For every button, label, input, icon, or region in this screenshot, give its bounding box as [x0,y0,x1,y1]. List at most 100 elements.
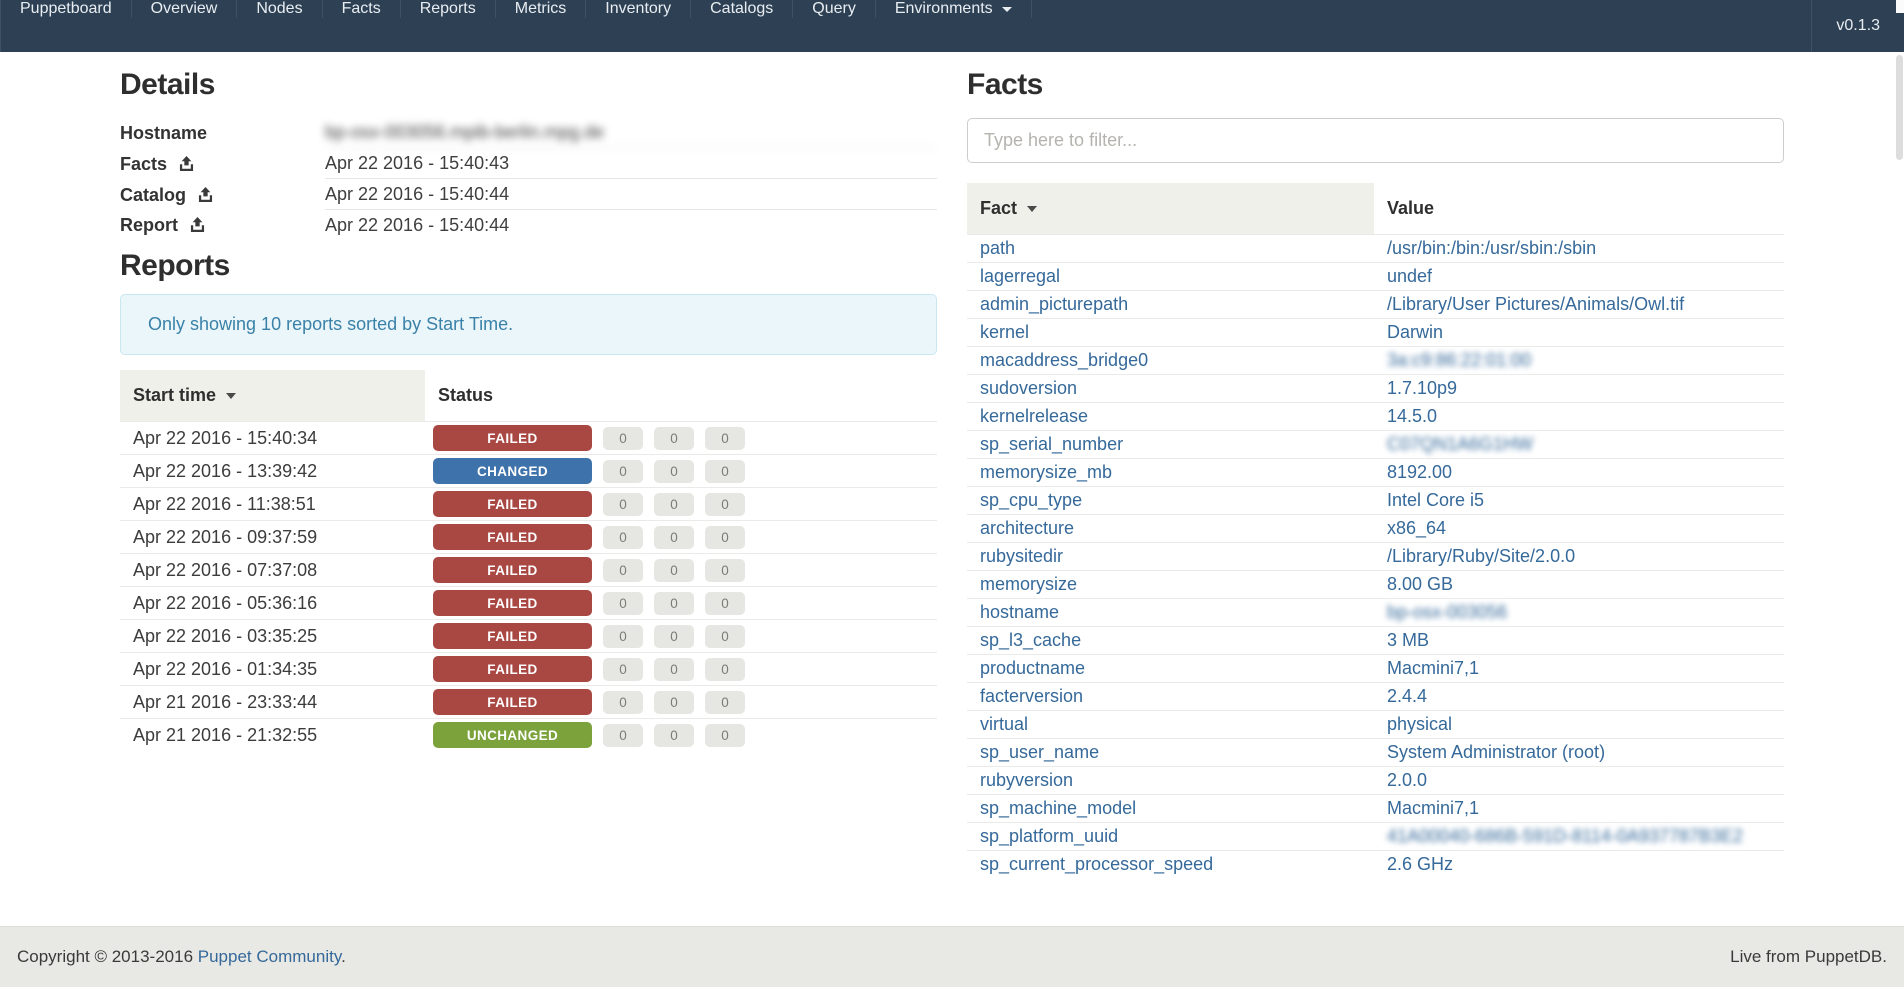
fact-name-link[interactable]: sp_current_processor_speed [980,854,1213,874]
nav-item-nodes[interactable]: Nodes [237,0,322,18]
fact-value[interactable]: 3a:c9:86:22:01:00 [1387,350,1531,370]
fact-value[interactable]: 8.00 GB [1387,574,1453,594]
count-badge: 0 [654,724,694,747]
report-start-time: Apr 22 2016 - 05:36:16 [120,587,425,620]
column-header-fact[interactable]: Fact [967,183,1374,235]
fact-name-link[interactable]: sp_cpu_type [980,490,1082,510]
table-row: rubysitedir /Library/Ruby/Site/2.0.0 [967,543,1784,571]
fact-value[interactable]: 2.4.4 [1387,686,1427,706]
fact-name-link[interactable]: path [980,238,1015,258]
fact-value[interactable]: 1.7.10p9 [1387,378,1457,398]
fact-value[interactable]: 8192.00 [1387,462,1452,482]
fact-name-link[interactable]: kernel [980,322,1029,342]
table-row: macaddress_bridge0 3a:c9:86:22:01:00 [967,347,1784,375]
facts-title: Facts [967,69,1784,101]
fact-name-link[interactable]: sp_platform_uuid [980,826,1118,846]
node-detail-panel: Details Hostname bp-osx-003056.mpib-berl… [120,52,937,751]
scrollbar-thumb[interactable] [1896,55,1903,160]
fact-name-link[interactable]: rubysitedir [980,546,1063,566]
table-row: Apr 21 2016 - 23:33:44 FAILED 000 [120,686,937,719]
table-row: rubyversion 2.0.0 [967,767,1784,795]
count-badge: 0 [603,460,643,483]
count-badges: 000 [603,724,756,747]
status-badge: UNCHANGED [433,722,592,748]
count-badge: 0 [654,493,694,516]
fact-filter-input[interactable] [967,118,1784,163]
count-badge: 0 [603,427,643,450]
fact-name-link[interactable]: sp_user_name [980,742,1099,762]
fact-name-link[interactable]: architecture [980,518,1074,538]
fact-name-link[interactable]: memorysize_mb [980,462,1112,482]
live-from-puppetdb-text: Live from PuppetDB. [1730,947,1887,967]
status-badge: FAILED [433,656,592,682]
fact-name-link[interactable]: virtual [980,714,1028,734]
status-badge: FAILED [433,524,592,550]
fact-name-link[interactable]: facterversion [980,686,1083,706]
fact-value[interactable]: Macmini7,1 [1387,798,1479,818]
fact-value[interactable]: System Administrator (root) [1387,742,1605,762]
nav-brand[interactable]: Puppetboard [1,0,132,18]
status-badge: FAILED [433,689,592,715]
nav-item-inventory[interactable]: Inventory [586,0,691,18]
copyright-prefix: Copyright © 2013-2016 [17,947,198,966]
count-badges: 000 [603,592,756,615]
upload-icon[interactable] [179,156,194,172]
fact-name-link[interactable]: sp_machine_model [980,798,1136,818]
table-row: memorysize_mb 8192.00 [967,459,1784,487]
fact-name-link[interactable]: sp_serial_number [980,434,1123,454]
puppet-community-link[interactable]: Puppet Community [198,947,341,966]
fact-name-link[interactable]: kernelrelease [980,406,1088,426]
fact-value[interactable]: 14.5.0 [1387,406,1437,426]
fact-value[interactable]: /Library/Ruby/Site/2.0.0 [1387,546,1575,566]
fact-value[interactable]: Darwin [1387,322,1443,342]
nav-item-query[interactable]: Query [793,0,876,18]
fact-value[interactable]: 2.6 GHz [1387,854,1453,874]
fact-name-link[interactable]: productname [980,658,1085,678]
table-row: Apr 22 2016 - 03:35:25 FAILED 000 [120,620,937,653]
column-header-value[interactable]: Value [1374,183,1784,235]
fact-value[interactable]: Macmini7,1 [1387,658,1479,678]
fact-name-link[interactable]: lagerregal [980,266,1060,286]
count-badge: 0 [603,559,643,582]
nav-item-overview[interactable]: Overview [132,0,238,18]
fact-name-link[interactable]: sp_l3_cache [980,630,1081,650]
count-badge: 0 [705,592,745,615]
column-header-start-time[interactable]: Start time [120,370,425,422]
fact-value[interactable]: undef [1387,266,1432,286]
nav-item-facts[interactable]: Facts [323,0,401,18]
column-header-label: Start time [133,385,216,405]
nav-item-catalogs[interactable]: Catalogs [691,0,793,18]
upload-icon[interactable] [198,187,213,203]
nav-item-reports[interactable]: Reports [401,0,496,18]
detail-row: Hostname bp-osx-003056.mpib-berlin.mpg.d… [120,117,937,148]
fact-value[interactable]: C07QN1A6G1HW [1387,434,1533,454]
fact-name-link[interactable]: admin_picturepath [980,294,1128,314]
detail-value: Apr 22 2016 - 15:40:44 [325,210,937,240]
nav-item-metrics[interactable]: Metrics [496,0,587,18]
fact-value[interactable]: /usr/bin:/bin:/usr/sbin:/sbin [1387,238,1596,258]
table-row: sp_machine_model Macmini7,1 [967,795,1784,823]
upload-icon[interactable] [190,217,205,233]
nav-dropdown-environments[interactable]: Environments [876,0,1032,18]
column-header-status[interactable]: Status [425,370,937,422]
fact-value[interactable]: physical [1387,714,1452,734]
fact-value[interactable]: 2.0.0 [1387,770,1427,790]
fact-value[interactable]: x86_64 [1387,518,1446,538]
fact-name-link[interactable]: rubyversion [980,770,1073,790]
reports-table-body: Apr 22 2016 - 15:40:34 FAILED 000 Apr 22… [120,422,937,752]
info-alert: Only showing 10 reports sorted by Start … [120,294,937,355]
detail-row: Report Apr 22 2016 - 15:40:44 [120,210,937,240]
fact-name-link[interactable]: macaddress_bridge0 [980,350,1148,370]
fact-value[interactable]: bp-osx-003056 [1387,602,1507,622]
fact-value[interactable]: 41A00040-686B-591D-8114-0A937787B3E2 [1387,826,1743,846]
fact-name-link[interactable]: memorysize [980,574,1077,594]
report-start-time: Apr 22 2016 - 09:37:59 [120,521,425,554]
fact-value[interactable]: 3 MB [1387,630,1429,650]
table-row: lagerregal undef [967,263,1784,291]
fact-value[interactable]: Intel Core i5 [1387,490,1484,510]
report-start-time: Apr 22 2016 - 01:34:35 [120,653,425,686]
fact-value[interactable]: /Library/User Pictures/Animals/Owl.tif [1387,294,1684,314]
report-start-time: Apr 22 2016 - 11:38:51 [120,488,425,521]
fact-name-link[interactable]: hostname [980,602,1059,622]
fact-name-link[interactable]: sudoversion [980,378,1077,398]
